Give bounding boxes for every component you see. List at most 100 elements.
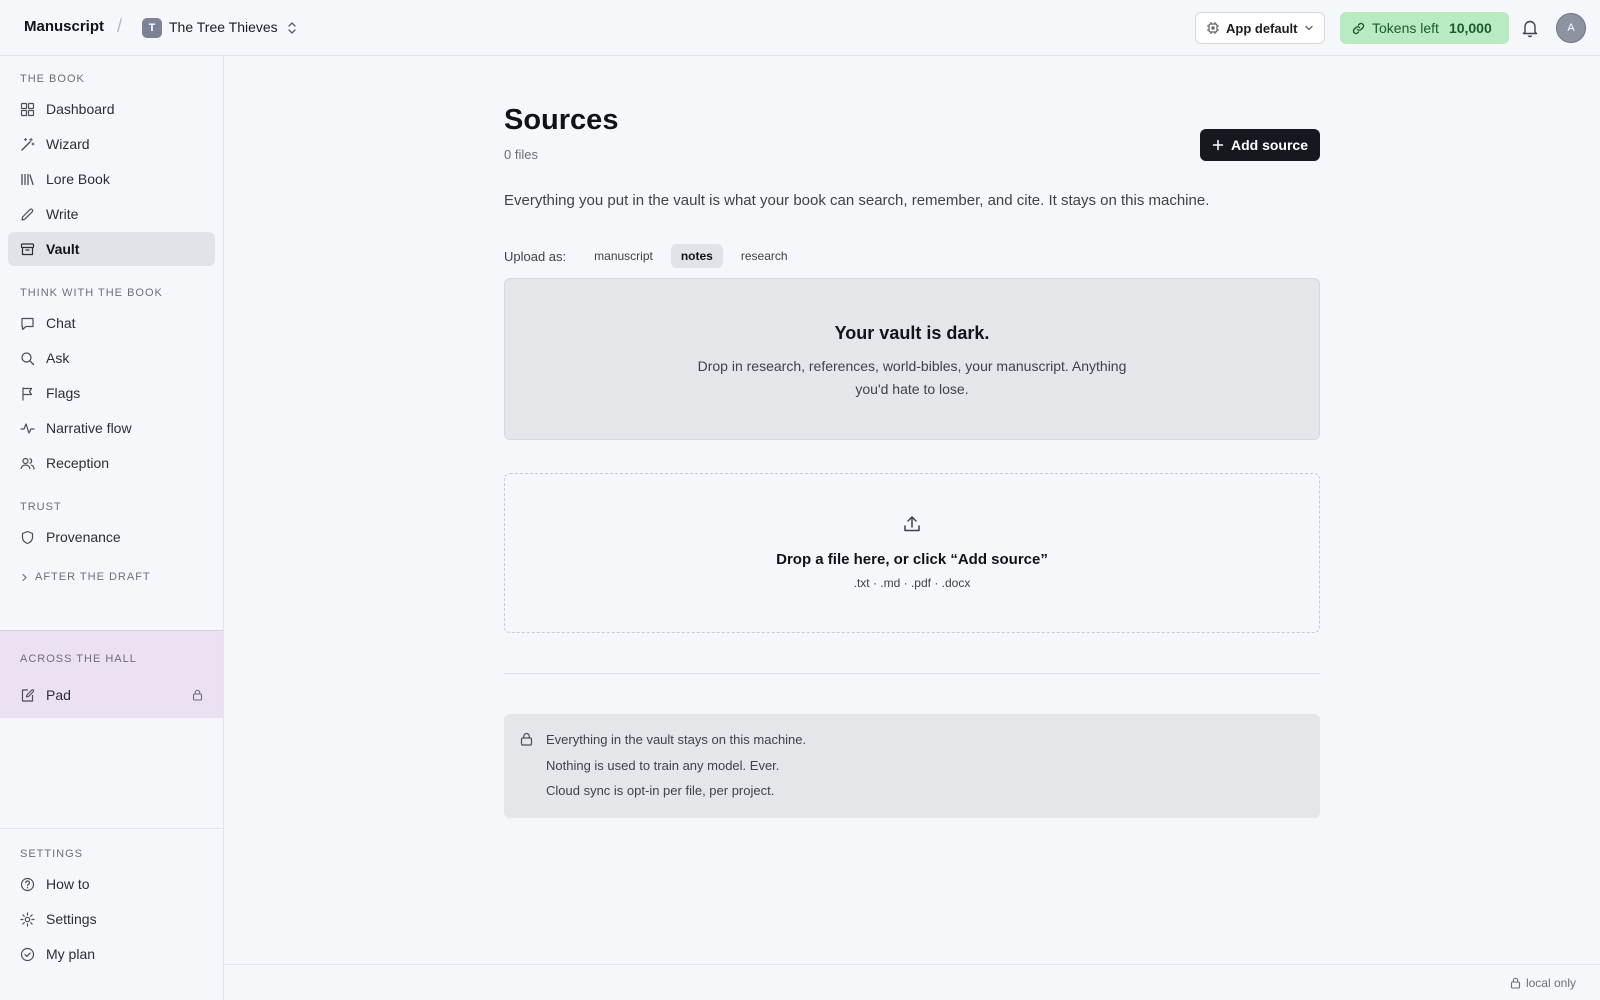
sidebar-item-ask[interactable]: Ask: [8, 341, 215, 375]
app-brand[interactable]: Manuscript: [24, 18, 104, 35]
sidebar-item-label: Flags: [46, 385, 81, 401]
sidebar-item-my-plan[interactable]: My plan: [8, 937, 215, 971]
lock-icon: [1510, 977, 1521, 989]
status-bar: local only: [224, 964, 1600, 1000]
sidebar-item-label: Vault: [46, 241, 80, 257]
sidebar-item-how-to[interactable]: How to: [8, 867, 215, 901]
gear-icon: [20, 911, 35, 927]
sidebar-item-label: Provenance: [46, 529, 121, 545]
privacy-notice: Everything in the vault stays on this ma…: [504, 714, 1320, 818]
main-content: Sources 0 files Add source Everything yo…: [224, 56, 1600, 944]
upload-as-label: Upload as:: [504, 248, 567, 264]
sidebar-item-label: Write: [46, 206, 79, 222]
sidebar-item-label: Reception: [46, 455, 110, 471]
chat-bubble-icon: [21, 317, 34, 330]
sidebar-item-label: Lore Book: [46, 171, 110, 187]
sidebar-item-label: Settings: [46, 911, 97, 927]
local-only-label: local only: [1525, 976, 1576, 990]
chevron-up-down-icon[interactable]: [285, 20, 299, 36]
local-only-status: local only: [1510, 976, 1576, 990]
tokens-badge[interactable]: Tokens left 10,000: [1340, 12, 1509, 44]
sidebar-item-label: Ask: [46, 350, 70, 366]
chevron-right-icon: [22, 573, 27, 581]
add-source-button[interactable]: Add source: [1200, 129, 1320, 161]
plus-icon: [1212, 139, 1224, 151]
lock-icon: [520, 732, 533, 746]
users-icon: [20, 457, 35, 470]
privacy-line: Cloud sync is opt-in per file, per proje…: [546, 783, 775, 798]
empty-state-title: Your vault is dark.: [834, 323, 990, 343]
divider: [504, 673, 1320, 674]
sidebar-item-label: How to: [46, 876, 90, 892]
upload-option-notes[interactable]: notes: [670, 244, 723, 268]
across-the-hall-panel: ACROSS THE HALL Pad: [0, 630, 223, 718]
dropzone-formats: .txt · .md · .pdf · .docx: [853, 576, 971, 590]
sidebar-item-label: Narrative flow: [46, 420, 132, 436]
sidebar: THE BOOK Dashboard Wizard Lore Book Writ…: [0, 56, 224, 1000]
sidebar-item-chat[interactable]: Chat: [8, 306, 215, 340]
project-badge[interactable]: T: [142, 18, 162, 38]
lock-icon: [192, 689, 203, 701]
check-circle-icon: [20, 947, 35, 961]
sidebar-item-wizard[interactable]: Wizard: [8, 127, 215, 161]
flag-icon: [22, 386, 33, 401]
chevron-down-icon: [1305, 25, 1313, 31]
sidebar-item-vault[interactable]: Vault: [8, 232, 215, 266]
upload-option-manuscript[interactable]: manuscript: [584, 244, 663, 268]
page-title: Sources: [504, 104, 619, 136]
sidebar-item-label: Wizard: [46, 136, 90, 152]
tokens-label: Tokens left: [1372, 20, 1439, 36]
dropzone-title: Drop a file here, or click “Add source”: [776, 551, 1048, 568]
section-label-think-with-the-book: THINK WITH THE BOOK: [20, 287, 163, 299]
section-label-the-book: THE BOOK: [20, 73, 85, 85]
activity-icon: [20, 422, 35, 434]
user-avatar[interactable]: A: [1556, 13, 1586, 43]
upload-type-selector: Upload as: manuscript notes research: [504, 244, 798, 268]
sidebar-item-provenance[interactable]: Provenance: [8, 520, 215, 554]
section-label-settings: SETTINGS: [20, 848, 84, 860]
sidebar-item-label: My plan: [46, 946, 96, 962]
empty-state-card: Your vault is dark. Drop in research, re…: [504, 278, 1320, 440]
sidebar-item-dashboard[interactable]: Dashboard: [8, 92, 215, 126]
sidebar-item-pad[interactable]: Pad: [8, 678, 215, 712]
project-name[interactable]: The Tree Thieves: [169, 19, 278, 35]
privacy-line: Nothing is used to train any model. Ever…: [546, 758, 780, 773]
search-icon: [21, 351, 35, 365]
sidebar-item-label: Chat: [46, 315, 76, 331]
sidebar-item-narrative-flow[interactable]: Narrative flow: [8, 411, 215, 445]
sidebar-item-flags[interactable]: Flags: [8, 376, 215, 410]
tokens-value: 10,000: [1448, 20, 1492, 36]
settings-section: SETTINGS How to Settings My plan: [0, 828, 223, 1000]
sidebar-item-label: Dashboard: [46, 101, 115, 117]
bell-icon[interactable]: [1521, 18, 1539, 38]
section-label-across-the-hall: ACROSS THE HALL: [20, 653, 137, 665]
empty-state-text: Drop in research, references, world-bibl…: [697, 358, 1127, 397]
sidebar-item-label: Pad: [46, 687, 71, 703]
model-select[interactable]: App default: [1195, 12, 1325, 44]
upload-option-research[interactable]: research: [731, 244, 798, 268]
section-toggle-after-the-draft[interactable]: AFTER THE DRAFT: [20, 571, 151, 583]
sidebar-item-write[interactable]: Write: [8, 197, 215, 231]
shield-icon: [21, 530, 34, 544]
notepad-icon: [21, 688, 35, 702]
add-source-label: Add source: [1230, 137, 1308, 153]
upload-icon: [904, 516, 920, 532]
library-icon: [21, 173, 34, 185]
file-dropzone[interactable]: Drop a file here, or click “Add source” …: [504, 473, 1320, 633]
breadcrumb-separator: /: [117, 16, 123, 36]
privacy-line: Everything in the vault stays on this ma…: [546, 732, 807, 747]
sidebar-item-settings[interactable]: Settings: [8, 902, 215, 936]
link-icon: [1352, 22, 1365, 34]
pencil-icon: [21, 208, 34, 221]
help-circle-icon: [20, 877, 35, 891]
grid-icon: [20, 102, 35, 116]
section-label-after-the-draft: AFTER THE DRAFT: [35, 571, 151, 583]
model-select-label: App default: [1226, 20, 1298, 36]
section-label-trust: TRUST: [20, 501, 62, 513]
vault-intro-text: Everything you put in the vault is what …: [504, 192, 1210, 209]
sidebar-item-reception[interactable]: Reception: [8, 446, 215, 480]
archive-icon: [20, 242, 35, 255]
cpu-icon: [1207, 22, 1219, 34]
sidebar-item-lore-book[interactable]: Lore Book: [8, 162, 215, 196]
magic-wand-icon: [21, 137, 35, 151]
